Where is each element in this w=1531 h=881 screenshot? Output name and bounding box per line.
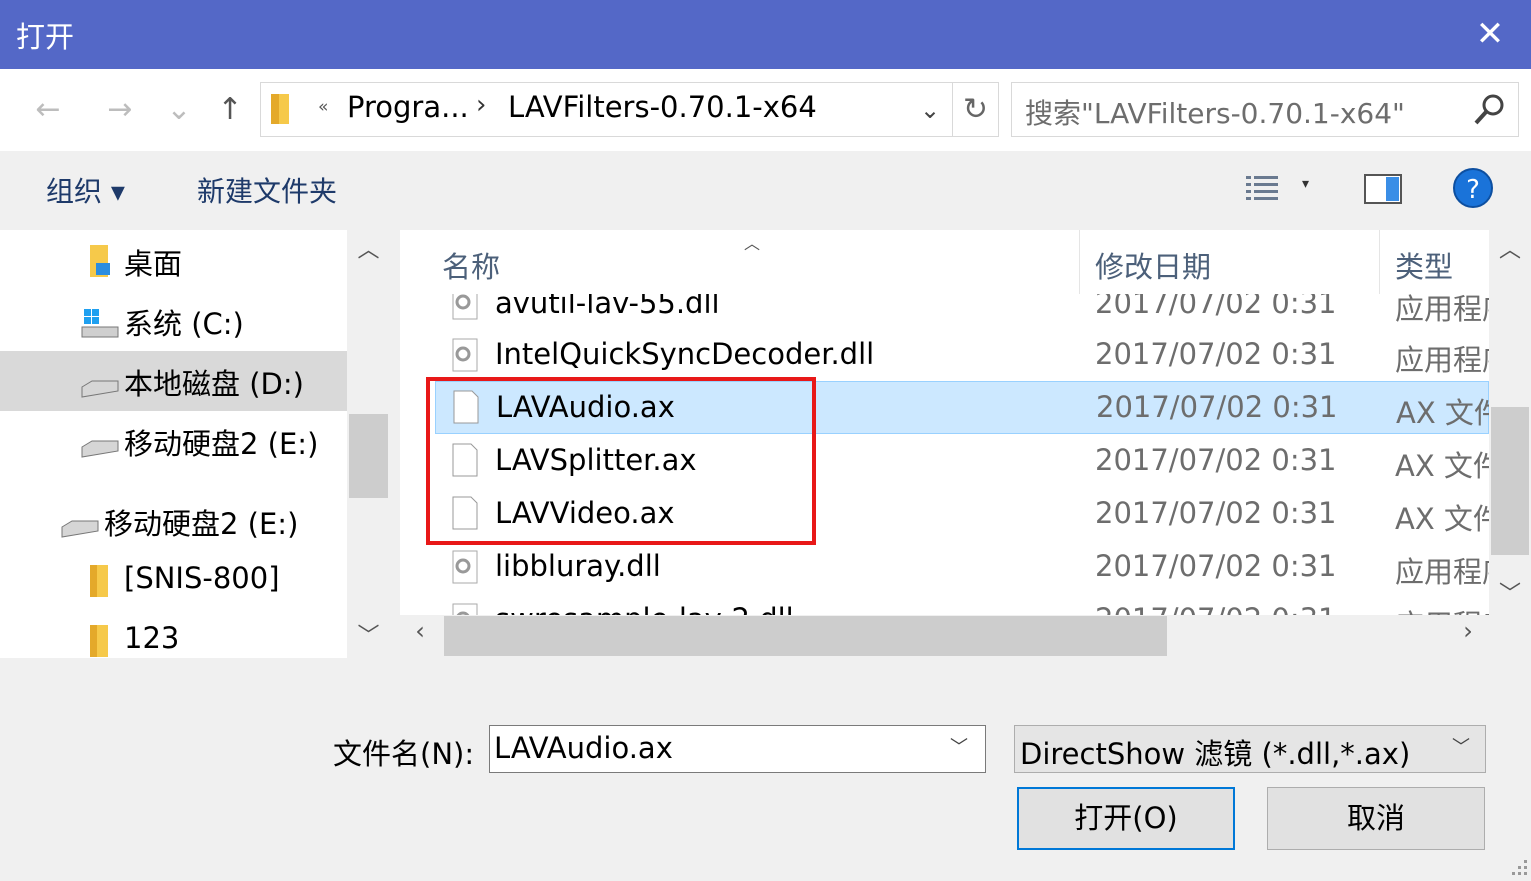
nav-item-drive-e[interactable]: 移动硬盘2 (E:)	[0, 411, 347, 471]
filename-label: 文件名(N):	[333, 737, 475, 771]
view-options-chevron-icon[interactable]: ▾	[1302, 176, 1309, 192]
scrollbar-thumb[interactable]	[349, 414, 388, 498]
nav-item-label: 移动硬盘2 (E:)	[124, 427, 319, 461]
nav-item-drive-e-root[interactable]: 移动硬盘2 (E:)	[0, 491, 347, 551]
nav-item-label: 系统 (C:)	[124, 307, 244, 341]
drive-icon	[61, 520, 99, 538]
folder-icon	[90, 565, 108, 597]
nav-item-label: 123	[124, 621, 180, 655]
search-icon[interactable]	[1470, 90, 1510, 130]
forward-arrow-icon[interactable]: →	[100, 90, 140, 130]
up-arrow-icon[interactable]: ↑	[210, 90, 250, 130]
preview-pane-icon[interactable]	[1364, 174, 1402, 204]
file-date: 2017/07/02 0:31	[1095, 337, 1337, 371]
file-date: 2017/07/02 0:31	[1095, 549, 1337, 583]
file-type: AX 文件	[1395, 449, 1489, 483]
nav-item-label: 本地磁盘 (D:)	[124, 367, 304, 401]
dll-gear-icon	[452, 603, 478, 615]
filename-dropdown-icon[interactable]: ﹀	[950, 733, 968, 759]
address-overflow-icon[interactable]: «	[318, 97, 328, 117]
folder-icon	[90, 625, 108, 657]
folder-icon	[271, 94, 289, 124]
resize-grip-icon[interactable]	[1500, 850, 1530, 880]
file-name: IntelQuickSyncDecoder.dll	[495, 337, 875, 371]
file-type: 应用程序扩展	[1395, 555, 1489, 589]
horizontal-scrollbar-thumb[interactable]	[444, 616, 1167, 656]
nav-item-desktop[interactable]: 桌面	[0, 231, 347, 291]
navigation-pane: 桌面 系统 (C:) 本地磁盘 (D:) 移动硬盘2 (E:) 移动硬盘2 (E…	[0, 230, 390, 658]
drive-icon	[81, 440, 119, 458]
scroll-up-icon[interactable]: ︿	[1489, 232, 1531, 268]
file-date: 2017/07/02 0:31	[1096, 390, 1338, 424]
column-header	[400, 230, 1489, 294]
red-highlight-box	[426, 377, 816, 545]
file-type: AX 文件	[1396, 396, 1490, 430]
column-header-name[interactable]: 名称	[442, 244, 500, 286]
file-name: swresample-lav-2.dll	[495, 602, 794, 615]
open-button[interactable]: 打开(O)	[1017, 787, 1235, 850]
file-date: 2017/07/02 0:31	[1095, 602, 1337, 615]
nav-item-label: 移动硬盘2 (E:)	[104, 507, 299, 541]
file-type: 应用程序扩展	[1395, 602, 1489, 615]
nav-item-label: 桌面	[124, 247, 183, 281]
column-divider[interactable]	[1379, 230, 1380, 294]
address-dropdown-icon[interactable]: ⌄	[912, 88, 948, 132]
file-type: AX 文件	[1395, 502, 1489, 536]
address-separator-icon[interactable]: ›	[476, 90, 486, 120]
refresh-icon[interactable]: ↻	[952, 83, 998, 136]
filter-dropdown-icon[interactable]: ﹀	[1452, 733, 1470, 759]
column-divider[interactable]	[1079, 230, 1080, 294]
column-header-type[interactable]: 类型	[1395, 244, 1453, 286]
file-name: libbluray.dll	[495, 549, 661, 583]
dll-gear-icon	[452, 338, 478, 372]
file-type: 应用程序扩展	[1395, 343, 1489, 377]
nav-item-123[interactable]: 123	[0, 611, 347, 658]
nav-item-label: [SNIS-800]	[124, 561, 280, 595]
window-title: 打开	[16, 20, 75, 54]
nav-item-drive-c[interactable]: 系统 (C:)	[0, 291, 347, 351]
file-date: 2017/07/02 0:31	[1095, 496, 1337, 530]
view-details-icon[interactable]	[1244, 172, 1280, 206]
drive-icon	[81, 380, 119, 398]
column-header-date[interactable]: 修改日期	[1095, 244, 1211, 286]
file-date: 2017/07/02 0:31	[1095, 443, 1337, 477]
scroll-up-icon[interactable]: ︿	[347, 232, 390, 268]
cancel-button[interactable]: 取消	[1267, 787, 1485, 850]
file-type-filter-value[interactable]: DirectShow 滤镜 (*.dll,*.ax)	[1020, 731, 1410, 773]
help-button[interactable]: ?	[1453, 168, 1493, 208]
scrollbar-thumb[interactable]	[1491, 407, 1529, 555]
organize-button[interactable]: 组织 ▾	[46, 170, 125, 210]
scroll-right-icon[interactable]: ›	[1452, 617, 1484, 655]
windows-drive-icon	[81, 309, 119, 338]
file-row[interactable]: libbluray.dll 2017/07/02 0:31 应用程序扩展	[435, 541, 1489, 594]
nav-item-snis-800[interactable]: [SNIS-800]	[0, 551, 347, 611]
back-arrow-icon[interactable]: ←	[28, 90, 68, 130]
scroll-left-icon[interactable]: ‹	[404, 617, 436, 655]
sort-ascending-icon: ︿	[744, 234, 761, 253]
dll-gear-icon	[452, 550, 478, 584]
new-folder-button[interactable]: 新建文件夹	[197, 170, 337, 210]
address-segment-current[interactable]: LAVFilters-0.70.1-x64	[508, 90, 817, 124]
file-row[interactable]: swresample-lav-2.dll 2017/07/02 0:31 应用程…	[435, 594, 1489, 615]
title-bar	[0, 0, 1531, 69]
search-placeholder: 搜索"LAVFilters-0.70.1-x64"	[1025, 97, 1405, 130]
file-row[interactable]: IntelQuickSyncDecoder.dll 2017/07/02 0:3…	[435, 329, 1489, 382]
scroll-down-icon[interactable]: ﹀	[347, 618, 390, 654]
filename-value[interactable]: LAVAudio.ax	[494, 731, 673, 765]
recent-locations-chevron-icon[interactable]: ⌄	[164, 90, 194, 130]
address-segment-program-files[interactable]: Progra...	[347, 90, 469, 124]
scroll-down-icon[interactable]: ﹀	[1489, 576, 1531, 612]
desktop-folder-icon	[90, 245, 110, 277]
nav-item-drive-d[interactable]: 本地磁盘 (D:)	[0, 351, 347, 411]
close-button[interactable]: ✕	[1465, 10, 1515, 58]
